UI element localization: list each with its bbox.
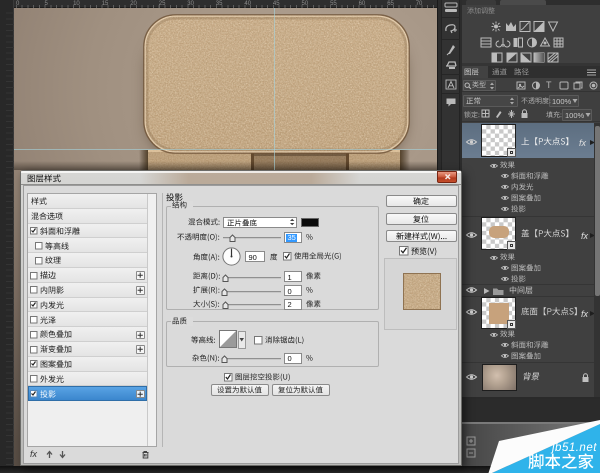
svg-text:T: T bbox=[546, 80, 552, 90]
